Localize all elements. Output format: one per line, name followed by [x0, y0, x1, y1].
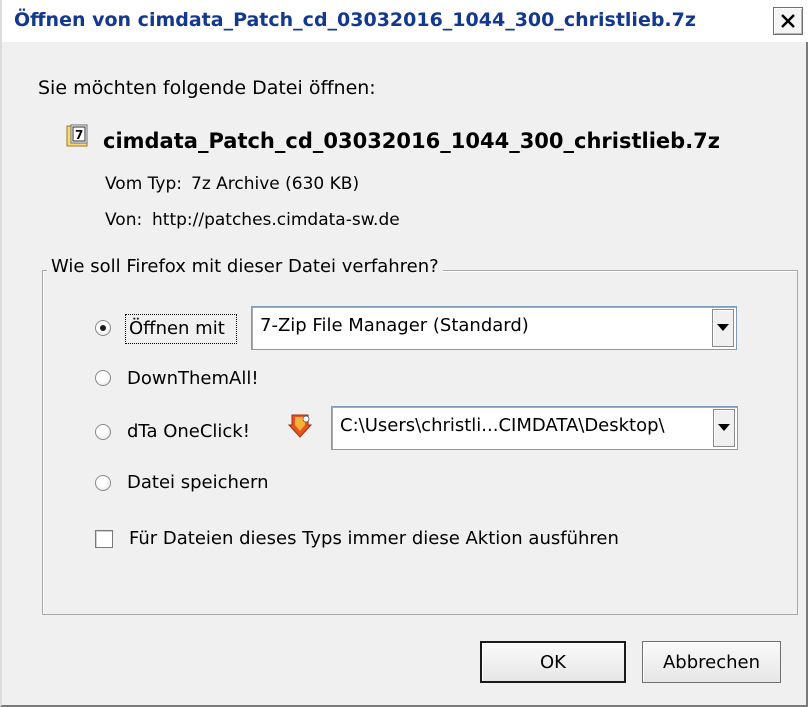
- always-do-this-checkbox[interactable]: [95, 530, 113, 548]
- action-group-legend: Wie soll Firefox mit dieser Datei verfah…: [47, 256, 443, 277]
- oneclick-dropdown-button[interactable]: [713, 409, 735, 447]
- radio-save-file[interactable]: [95, 475, 111, 491]
- close-icon: [781, 14, 795, 28]
- oneclick-path-value: C:\Users\christli...CIMDATA\Desktop\: [340, 415, 665, 436]
- title-bar: Öffnen von cimdata_Patch_cd_03032016_104…: [2, 0, 808, 42]
- radio-downthemall-label[interactable]: DownThemAll!: [127, 368, 259, 389]
- radio-open-with-label[interactable]: Öffnen mit: [129, 318, 225, 339]
- ok-button[interactable]: OK: [480, 641, 626, 683]
- radio-dta-oneclick[interactable]: [95, 424, 111, 440]
- cancel-button[interactable]: Abbrechen: [642, 641, 781, 683]
- file-open-dialog: Öffnen von cimdata_Patch_cd_03032016_104…: [0, 0, 808, 707]
- dropdown-arrow-icon: [718, 424, 730, 431]
- dialog-prompt: Sie möchten folgende Datei öffnen:: [38, 77, 376, 99]
- radio-dta-oneclick-label[interactable]: dTa OneClick!: [127, 421, 250, 442]
- open-with-select[interactable]: 7-Zip File Manager (Standard): [251, 306, 737, 350]
- from-value: http://patches.cimdata-sw.de: [152, 210, 400, 230]
- radio-save-file-label[interactable]: Datei speichern: [127, 472, 269, 493]
- from-label: Von:: [105, 210, 143, 230]
- window-title: Öffnen von cimdata_Patch_cd_03032016_104…: [14, 9, 696, 31]
- open-with-value: 7-Zip File Manager (Standard): [260, 315, 529, 336]
- open-with-dropdown-button[interactable]: [712, 309, 734, 347]
- always-do-this-label[interactable]: Für Dateien dieses Typs immer diese Akti…: [129, 528, 619, 549]
- radio-open-with[interactable]: [95, 320, 111, 336]
- type-label: Vom Typ:: [105, 174, 182, 194]
- file-icon: 7: [66, 124, 88, 147]
- oneclick-path-select[interactable]: C:\Users\christli...CIMDATA\Desktop\: [331, 406, 738, 450]
- radio-downthemall[interactable]: [95, 370, 111, 386]
- file-name: cimdata_Patch_cd_03032016_1044_300_chris…: [103, 129, 721, 153]
- dta-oneclick-icon: [288, 414, 312, 438]
- type-value: 7z Archive (630 KB): [191, 174, 360, 194]
- dropdown-arrow-icon: [717, 324, 729, 331]
- svg-text:7: 7: [75, 128, 83, 142]
- close-button[interactable]: [773, 7, 803, 35]
